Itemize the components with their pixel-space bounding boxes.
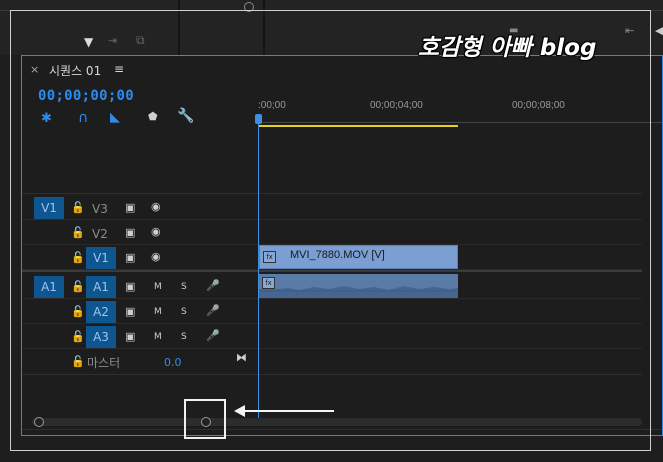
target-track-a1[interactable]: A1 xyxy=(34,276,64,298)
track-separator xyxy=(22,193,642,194)
microphone-icon[interactable]: 🎤 xyxy=(206,279,220,292)
close-tab-icon[interactable]: × xyxy=(30,63,39,76)
audio-waveform xyxy=(259,286,458,298)
sync-lock-icon[interactable]: ▣ xyxy=(125,201,135,214)
sync-lock-icon[interactable]: ▣ xyxy=(125,305,135,318)
audio-clip[interactable]: fx xyxy=(259,274,458,298)
mute-button[interactable]: M xyxy=(154,307,162,317)
work-area-bar[interactable] xyxy=(259,125,458,127)
ruler-label: :00;00 xyxy=(258,100,286,111)
time-ruler[interactable] xyxy=(258,116,662,123)
wrench-icon[interactable]: 🔧 xyxy=(177,108,194,124)
eye-icon[interactable]: ◉ xyxy=(151,200,161,213)
linked-selection-icon[interactable]: ∩ xyxy=(78,110,88,126)
ruler-label: 00;00;08;00 xyxy=(512,100,565,111)
horizontal-scrollbar[interactable] xyxy=(32,418,642,426)
lock-icon[interactable]: 🔓 xyxy=(71,355,85,368)
video-audio-divider xyxy=(22,270,642,272)
lock-icon[interactable]: 🔓 xyxy=(71,201,85,214)
snap-icon[interactable]: ✱ xyxy=(41,111,52,126)
timeline-panel: × 시퀀스 01 ≡ 00;00;00;00 ✱ ∩ ◣ ⬟ 🔧 :00;00 … xyxy=(21,55,663,436)
upper-panel-separator xyxy=(178,0,180,55)
track-separator xyxy=(22,374,642,375)
source-track-a3[interactable]: A3 xyxy=(86,326,116,348)
step-back-icon[interactable]: ⇤ xyxy=(625,24,634,37)
insert-icon[interactable]: ⇥ xyxy=(108,34,117,47)
panel-menu-icon[interactable]: ≡ xyxy=(114,62,124,76)
lock-icon[interactable]: 🔓 xyxy=(71,226,85,239)
solo-button[interactable]: S xyxy=(181,282,187,292)
go-to-end-icon[interactable]: ⧓ xyxy=(236,351,247,364)
panel-bottom-divider xyxy=(22,429,662,430)
timecode-display[interactable]: 00;00;00;00 xyxy=(38,88,134,104)
sync-lock-icon[interactable]: ▣ xyxy=(125,330,135,343)
marker-icon[interactable]: ⬟ xyxy=(148,110,158,123)
lock-icon[interactable]: 🔓 xyxy=(71,330,85,343)
upper-scroll-handle[interactable] xyxy=(244,2,254,12)
track-label-v2: V2 xyxy=(92,227,108,241)
source-track-a2[interactable]: A2 xyxy=(86,301,116,323)
eye-icon[interactable]: ◉ xyxy=(151,250,161,263)
video-clip[interactable]: fx MVI_7880.MOV [V] xyxy=(259,245,458,269)
upper-panel-divider xyxy=(0,10,663,11)
ruler-label: 00;00;04;00 xyxy=(370,100,423,111)
source-track-v1[interactable]: V1 xyxy=(86,247,116,269)
lock-icon[interactable]: 🔓 xyxy=(71,251,85,264)
filter-icon[interactable]: ▼ xyxy=(84,35,93,49)
sync-lock-icon[interactable]: ▣ xyxy=(125,226,135,239)
fx-badge: fx xyxy=(263,251,276,263)
highlight-box xyxy=(184,399,226,439)
mute-button[interactable]: M xyxy=(154,332,162,342)
track-label-v3: V3 xyxy=(92,202,108,216)
sequence-tab-title[interactable]: 시퀀스 01 xyxy=(49,62,101,79)
microphone-icon[interactable]: 🎤 xyxy=(206,304,220,317)
microphone-icon[interactable]: 🎤 xyxy=(206,329,220,342)
scroll-handle-left[interactable] xyxy=(34,417,44,427)
video-clip-name: MVI_7880.MOV [V] xyxy=(290,249,385,261)
mute-button[interactable]: M xyxy=(154,282,162,292)
playhead-line[interactable] xyxy=(258,122,259,422)
annotation-arrow-head xyxy=(234,405,245,417)
lock-icon[interactable]: 🔓 xyxy=(71,305,85,318)
master-track-label: 마스터 xyxy=(87,356,121,370)
annotation-arrow xyxy=(244,410,334,412)
track-v3 xyxy=(22,196,642,220)
blog-watermark: 호감형 아빠 blog xyxy=(418,35,597,61)
solo-button[interactable]: S xyxy=(181,307,187,317)
eye-icon[interactable]: ◉ xyxy=(151,225,161,238)
target-track-v1[interactable]: V1 xyxy=(34,197,64,219)
sync-lock-icon[interactable]: ▣ xyxy=(125,251,135,264)
track-v2 xyxy=(22,221,642,245)
source-track-a1[interactable]: A1 xyxy=(86,276,116,298)
play-back-icon[interactable]: ◀ xyxy=(655,24,663,37)
master-volume-value[interactable]: 0.0 xyxy=(164,356,182,369)
overwrite-icon[interactable]: ⧉ xyxy=(136,33,145,48)
upper-panel-separator xyxy=(263,0,265,55)
add-marker-icon[interactable]: ◣ xyxy=(110,110,120,125)
sync-lock-icon[interactable]: ▣ xyxy=(125,280,135,293)
lock-icon[interactable]: 🔓 xyxy=(71,280,85,293)
solo-button[interactable]: S xyxy=(181,332,187,342)
